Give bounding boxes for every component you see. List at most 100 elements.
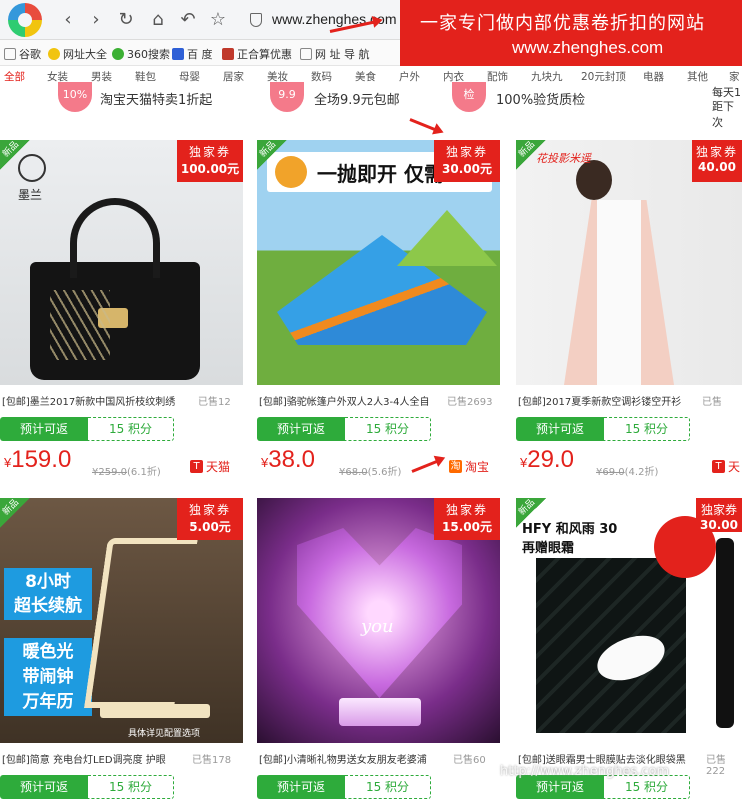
new-tag: 新品	[516, 140, 546, 170]
category-item[interactable]: 电器	[643, 69, 664, 84]
home-icon[interactable]: ⌂	[146, 8, 170, 32]
product-card[interactable]: you 独家券 15.00元 [包邮]小清晰礼物男送女友朋友老婆浦 已售60 预计…	[257, 498, 500, 799]
product-image[interactable]: 墨兰 新品 独家券 100.00元	[0, 140, 243, 385]
price: ¥29.0	[520, 446, 574, 473]
brand-name: 墨兰	[18, 188, 43, 202]
new-tag: 新品	[516, 498, 546, 528]
image-note: 具体详见配置选项	[128, 729, 201, 739]
sold-count: 已售222	[706, 755, 726, 777]
category-item[interactable]: 鞋包	[135, 69, 156, 84]
bookmark-google[interactable]: 谷歌	[4, 46, 41, 62]
feature-text: 全场9.9元包邮	[314, 93, 400, 108]
coupon-badge: 独家券 40.00	[692, 140, 742, 182]
category-item[interactable]: 户外	[399, 69, 420, 84]
category-item[interactable]: 家	[729, 69, 740, 84]
product-title[interactable]: [包邮]小清晰礼物男送女友朋友老婆浦	[259, 751, 444, 766]
star-icon[interactable]: ☆	[206, 8, 230, 32]
product-title[interactable]: [包邮]骆驼帐篷户外双人2人3-4人全自	[259, 393, 449, 408]
new-tag: 新品	[0, 498, 30, 528]
product-image[interactable]: 一抛即开 仅需1 新品 独家券 30.00元	[257, 140, 500, 385]
browser-logo-icon[interactable]	[8, 3, 42, 37]
product-title[interactable]: [包邮]2017夏季新款空调衫镂空开衫	[518, 393, 698, 408]
promo-banner: 一家专门做内部优惠卷折扣的网站 www.zhenghes.com	[400, 0, 742, 66]
category-item[interactable]: 配饰	[487, 69, 508, 84]
eye-cream-tube	[716, 538, 734, 728]
coupon-badge: 独家券 30.00	[696, 498, 742, 532]
product-card[interactable]: HFY 和风雨 30 再赠眼霜 新品 独家券 30.00 [包邮]送眼霜男士眼膜贴…	[516, 498, 742, 799]
bookmark-zhenghe[interactable]: 正合算优惠	[222, 46, 292, 62]
category-item[interactable]: 20元封顶	[581, 69, 626, 84]
lamp-base	[100, 704, 210, 718]
feature-badge-discount: 10%	[58, 82, 92, 112]
taobao-icon: 淘	[449, 460, 462, 473]
category-item[interactable]: 居家	[223, 69, 244, 84]
category-item[interactable]: 数码	[311, 69, 332, 84]
feature-badge-inspection: 检	[452, 82, 486, 112]
lamp-arm	[84, 538, 198, 708]
product-title[interactable]: [包邮]墨兰2017新款中国风折枝纹刺绣	[2, 393, 192, 408]
rebate-bar: 预计可返 15 积分	[0, 775, 174, 799]
category-item[interactable]: 九块九	[531, 69, 563, 84]
feature-badge-free-shipping: 9.9	[270, 82, 304, 112]
shop-source[interactable]: 淘淘宝	[449, 458, 489, 475]
heart-engraving: you	[361, 616, 394, 637]
red-arrow-annotation	[411, 458, 441, 473]
feature-text: 淘宝天猫特卖1折起	[100, 93, 213, 108]
coupon-badge: 独家券 30.00元	[434, 140, 500, 182]
new-tag: 新品	[257, 140, 287, 170]
product-card[interactable]: 花投影米遥 新品 独家券 40.00 [包邮]2017夏季新款空调衫镂空开衫 已售…	[516, 140, 742, 478]
coupon-badge: 独家券 5.00元	[177, 498, 243, 540]
price: ¥38.0	[261, 446, 315, 473]
product-image[interactable]: 8小时 超长续航 暖色光 带闹钟 万年历 具体详见配置选项 新品 独家券 5.00…	[0, 498, 243, 743]
category-item[interactable]: 男装	[91, 69, 112, 84]
sold-count: 已售2693	[447, 397, 493, 408]
bamboo-embroidery	[50, 290, 110, 360]
original-price: ¥68.0(5.6折)	[339, 467, 402, 478]
original-price: ¥259.0(6.1折)	[92, 467, 161, 478]
rebate-bar: 预计可返 15 积分	[257, 417, 431, 441]
category-item[interactable]: 其他	[687, 69, 708, 84]
countdown-label: 距下次	[712, 100, 734, 129]
site-icon	[112, 48, 124, 60]
rebate-bar: 预计可返 15 积分	[516, 417, 690, 441]
price: ¥159.0	[4, 446, 72, 473]
sold-count: 已售178	[192, 755, 232, 766]
forward-icon[interactable]: ›	[84, 8, 108, 32]
tmall-icon: T	[190, 460, 203, 473]
page-icon	[300, 48, 312, 60]
sold-count: 已售12	[198, 397, 231, 408]
red-arrow-annotation	[409, 118, 439, 133]
banner-url: www.zhenghes.com	[512, 38, 664, 57]
product-card[interactable]: 8小时 超长续航 暖色光 带闹钟 万年历 具体详见配置选项 新品 独家券 5.00…	[0, 498, 243, 799]
refresh-icon[interactable]: ↻	[114, 8, 138, 32]
undo-icon[interactable]: ↶	[176, 8, 200, 32]
crystal-base	[339, 698, 421, 726]
cardigan-shape	[564, 200, 674, 385]
bookmark-nav[interactable]: 网 址 导 航	[300, 46, 370, 62]
sold-count: 已售	[702, 397, 722, 408]
rebate-bar: 预计可返 15 积分	[257, 775, 431, 799]
product-card[interactable]: 一抛即开 仅需1 新品 独家券 30.00元 [包邮]骆驼帐篷户外双人2人3-4人…	[257, 140, 500, 478]
model-hair	[576, 160, 612, 200]
product-image[interactable]: you 独家券 15.00元	[257, 498, 500, 743]
bookmark-360[interactable]: 360搜索	[112, 46, 170, 62]
product-card[interactable]: 墨兰 新品 独家券 100.00元 [包邮]墨兰2017新款中国风折枝纹刺绣 已售…	[0, 140, 243, 478]
bookmark-hao[interactable]: 网址大全	[48, 46, 107, 62]
new-tag: 新品	[0, 140, 30, 170]
category-all[interactable]: 全部	[4, 69, 25, 84]
back-icon[interactable]: ‹	[56, 8, 80, 32]
shield-icon	[250, 13, 262, 27]
category-item[interactable]: 母婴	[179, 69, 200, 84]
crystal-heart	[297, 528, 462, 698]
category-item[interactable]: 美食	[355, 69, 376, 84]
shop-source[interactable]: T 天猫	[190, 458, 230, 475]
product-title[interactable]: [包邮]简意 充电台灯LED调亮度 护眼	[2, 751, 187, 766]
shop-source[interactable]: T天	[712, 458, 740, 475]
feature-text: 100%验货质检	[496, 93, 586, 108]
rebate-bar: 预计可返 15 积分	[0, 417, 174, 441]
site-icon	[222, 48, 234, 60]
page-icon	[4, 48, 16, 60]
product-image[interactable]: 花投影米遥 新品 独家券 40.00	[516, 140, 742, 385]
product-image[interactable]: HFY 和风雨 30 再赠眼霜 新品 独家券 30.00	[516, 498, 742, 743]
bookmark-baidu[interactable]: 百 度	[172, 46, 213, 62]
